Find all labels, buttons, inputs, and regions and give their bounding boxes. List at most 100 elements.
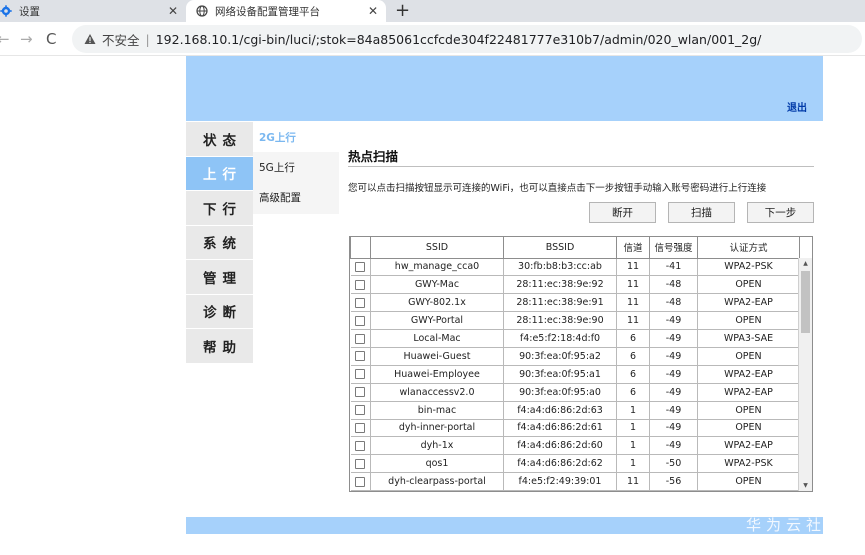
back-icon[interactable]: ←	[0, 30, 10, 48]
row-checkbox[interactable]	[355, 369, 366, 380]
cell-bssid: 90:3f:ea:0f:95:a2	[503, 346, 617, 366]
nav-item-uplink[interactable]: 上行	[186, 156, 253, 191]
next-button[interactable]: 下一步	[747, 202, 814, 223]
cell-bssid: 90:3f:ea:0f:95:a1	[503, 364, 617, 384]
cell-bssid: 28:11:ec:38:9e:92	[503, 275, 617, 295]
warning-icon	[84, 33, 96, 45]
browser-tab-bar: 设置 ✕ 网络设备配置管理平台 ✕ +	[0, 0, 865, 22]
cell-ssid: GWY-Mac	[370, 275, 504, 295]
table-row[interactable]: dyh-1x f4:a4:d6:86:2d:60 1 -49 WPA2-EAP	[350, 436, 800, 456]
new-tab-button[interactable]: +	[395, 0, 410, 22]
close-icon[interactable]: ✕	[168, 4, 178, 18]
nav-item-help[interactable]: 帮助	[186, 329, 253, 364]
cell-ssid: wlanaccessv2.0	[370, 382, 504, 402]
cell-auth: OPEN	[697, 346, 800, 366]
row-checkbox-cell	[350, 472, 371, 491]
scroll-up-arrow[interactable]: ▲	[799, 258, 812, 270]
disconnect-button[interactable]: 断开	[589, 202, 656, 223]
col-header-signal: 信号强度	[649, 237, 698, 259]
scrollbar-thumb[interactable]	[801, 271, 810, 333]
row-checkbox[interactable]	[355, 315, 366, 326]
cell-auth: OPEN	[697, 400, 800, 420]
table-row[interactable]: dyh-inner-portal f4:a4:d6:86:2d:61 1 -49 OPE…	[350, 418, 800, 438]
cell-bssid: 30:fb:b8:b3:cc:ab	[503, 257, 617, 277]
row-checkbox[interactable]	[355, 351, 366, 362]
close-icon[interactable]: ✕	[368, 4, 378, 18]
cell-bssid: f4:a4:d6:86:2d:63	[503, 400, 617, 420]
cell-signal: -49	[649, 400, 698, 420]
cell-bssid: 90:3f:ea:0f:95:a0	[503, 382, 617, 402]
sub-nav-advanced[interactable]: 高级配置	[253, 182, 339, 212]
col-header-ssid: SSID	[370, 237, 504, 259]
row-checkbox-cell	[350, 257, 371, 277]
url-separator: |	[145, 31, 150, 47]
cell-signal: -49	[649, 329, 698, 348]
tab-settings[interactable]: 设置 ✕	[0, 0, 186, 22]
cell-ssid: Huawei-Guest	[370, 346, 504, 366]
url-field[interactable]: 不安全 | 192.168.10.1/cgi-bin/luci/;stok=84…	[72, 25, 862, 53]
table-row[interactable]: hw_manage_cca0 30:fb:b8:b3:cc:ab 11 -41 WPA2…	[350, 257, 800, 277]
table-header-row: SSID BSSID 信道 信号强度 认证方式	[350, 237, 800, 259]
table-row[interactable]: GWY-Portal 28:11:ec:38:9e:90 11 -49 OPEN	[350, 311, 800, 331]
row-checkbox[interactable]	[355, 387, 366, 398]
table-scrollbar[interactable]: ▲ ▼	[798, 258, 812, 491]
table-row[interactable]: qos1 f4:a4:d6:86:2d:62 1 -50 WPA2-PSK	[350, 454, 800, 474]
logout-link[interactable]: 退出	[787, 99, 807, 114]
tab-platform[interactable]: 网络设备配置管理平台 ✕	[186, 0, 386, 22]
cell-signal: -48	[649, 275, 698, 295]
nav-item-status[interactable]: 状态	[186, 122, 253, 157]
cell-auth: OPEN	[697, 311, 800, 331]
row-checkbox[interactable]	[355, 297, 366, 308]
cell-ssid: dyh-clearpass-portal	[370, 472, 504, 491]
scan-button[interactable]: 扫描	[668, 202, 735, 223]
row-checkbox[interactable]	[355, 458, 366, 469]
cell-signal: -49	[649, 364, 698, 384]
cell-ssid: dyh-1x	[370, 436, 504, 456]
reload-icon[interactable]: C	[46, 30, 56, 48]
row-checkbox[interactable]	[355, 422, 366, 433]
nav-item-management[interactable]: 管理	[186, 260, 253, 295]
forward-icon[interactable]: →	[20, 30, 33, 48]
cell-auth: OPEN	[697, 418, 800, 438]
table-row[interactable]: Huawei-Employee 90:3f:ea:0f:95:a1 6 -49 WPA2…	[350, 364, 800, 384]
cell-channel: 6	[616, 329, 650, 348]
nav-item-diagnosis[interactable]: 诊断	[186, 294, 253, 329]
nav-item-downlink[interactable]: 下行	[186, 191, 253, 226]
cell-bssid: f4:e5:f2:49:39:01	[503, 472, 617, 491]
row-checkbox-cell	[350, 329, 371, 348]
cell-signal: -49	[649, 311, 698, 331]
row-checkbox[interactable]	[355, 476, 366, 487]
cell-signal: -49	[649, 418, 698, 438]
sub-nav-2g-uplink[interactable]: 2G上行	[253, 122, 339, 152]
col-header-bssid: BSSID	[503, 237, 617, 259]
table-row[interactable]: GWY-802.1x 28:11:ec:38:9e:91 11 -48 WPA2-EAP	[350, 293, 800, 313]
sub-nav-5g-uplink[interactable]: 5G上行	[253, 152, 339, 182]
row-checkbox[interactable]	[355, 333, 366, 344]
table-row[interactable]: GWY-Mac 28:11:ec:38:9e:92 11 -48 OPEN	[350, 275, 800, 295]
row-checkbox[interactable]	[355, 279, 366, 290]
tab-title: 设置	[19, 5, 40, 18]
footer-bar	[186, 517, 823, 534]
col-header-auth: 认证方式	[697, 237, 800, 259]
table-row[interactable]: Huawei-Guest 90:3f:ea:0f:95:a2 6 -49 OPEN	[350, 346, 800, 366]
row-checkbox[interactable]	[355, 261, 366, 272]
row-checkbox-cell	[350, 436, 371, 456]
table-row[interactable]: dyh-clearpass-portal f4:e5:f2:49:39:01 11-…	[350, 472, 800, 491]
row-checkbox-cell	[350, 275, 371, 295]
cell-channel: 6	[616, 364, 650, 384]
cell-ssid: hw_manage_cca0	[370, 257, 504, 277]
row-checkbox-cell	[350, 454, 371, 474]
table-row[interactable]: bin-mac f4:a4:d6:86:2d:63 1 -49 OPEN	[350, 400, 800, 420]
cell-ssid: Local-Mac	[370, 329, 504, 348]
cell-channel: 1	[616, 436, 650, 456]
table-row[interactable]: wlanaccessv2.0 90:3f:ea:0f:95:a0 6 -49 WPA2-…	[350, 382, 800, 402]
nav-item-system[interactable]: 系统	[186, 225, 253, 260]
table-row[interactable]: Local-Mac f4:e5:f2:18:4d:f0 6 -49 WPA3-SAE	[350, 329, 800, 348]
cell-auth: WPA2-EAP	[697, 293, 800, 313]
row-checkbox[interactable]	[355, 440, 366, 451]
scroll-down-arrow[interactable]: ▼	[799, 480, 812, 491]
row-checkbox[interactable]	[355, 405, 366, 416]
row-checkbox-cell	[350, 418, 371, 438]
tab-title: 网络设备配置管理平台	[215, 5, 320, 18]
cell-bssid: f4:e5:f2:18:4d:f0	[503, 329, 617, 348]
